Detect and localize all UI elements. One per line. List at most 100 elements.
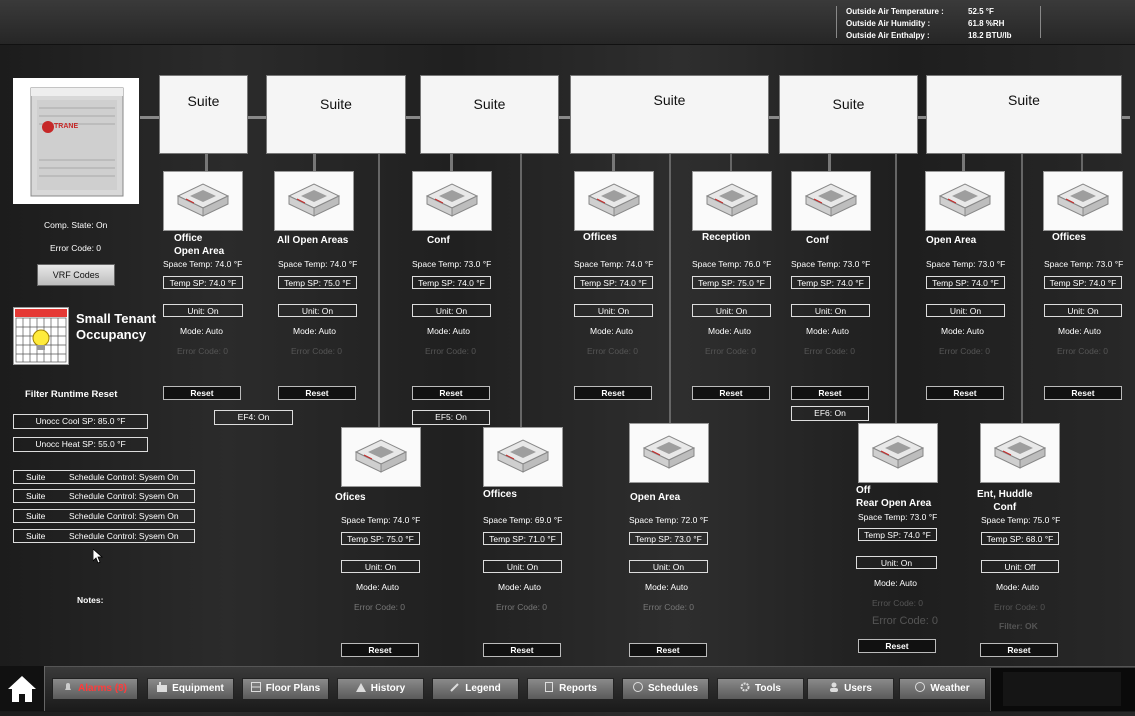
unit-name: Offices [583, 232, 617, 243]
suite-label: Suite [653, 92, 686, 108]
error-code: Error Code: 0 [804, 346, 856, 356]
cassette-unit-image[interactable] [980, 423, 1060, 483]
mode: Mode: Auto [874, 578, 918, 588]
vrf-codes-button[interactable]: VRF Codes [37, 264, 115, 286]
cassette-unit-image[interactable] [629, 423, 709, 483]
weather-button[interactable]: Weather [899, 678, 986, 700]
unit-name: Open Area [630, 492, 681, 503]
calendar-bulb-icon[interactable] [13, 307, 69, 365]
schedule-row[interactable]: Suite Schedule Control: Sysem On [13, 529, 195, 543]
suite-box[interactable]: Suite [266, 75, 406, 154]
reset-button[interactable]: Reset [278, 386, 356, 400]
legend-button[interactable]: Legend [432, 678, 519, 700]
unit-status[interactable]: Unit: On [341, 560, 420, 573]
reset-button[interactable]: Reset [980, 643, 1058, 657]
suite-box[interactable]: Suite [926, 75, 1122, 154]
schedules-button[interactable]: Schedules [622, 678, 709, 700]
cassette-unit-image[interactable] [574, 171, 654, 231]
temp-setpoint[interactable]: Temp SP: 75.0 °F [278, 276, 357, 289]
reset-button[interactable]: Reset [412, 386, 490, 400]
mode: Mode: Auto [293, 326, 337, 336]
gear-icon [740, 680, 750, 692]
unit-status[interactable]: Unit: On [629, 560, 708, 573]
cassette-unit-image[interactable] [163, 171, 243, 231]
temp-setpoint[interactable]: Temp SP: 68.0 °F [981, 532, 1059, 545]
temp-setpoint[interactable]: Temp SP: 74.0 °F [791, 276, 870, 289]
pipe [313, 153, 316, 173]
floor-plans-button[interactable]: Floor Plans [242, 678, 329, 700]
reset-button[interactable]: Reset [629, 643, 707, 657]
reset-button[interactable]: Reset [483, 643, 561, 657]
temp-setpoint[interactable]: Temp SP: 75.0 °F [692, 276, 771, 289]
cassette-unit-image[interactable] [692, 171, 772, 231]
unit-name: Reception [702, 232, 751, 243]
outside-air-humidity: Outside Air Humidity : 61.8 %RH [846, 19, 1046, 28]
cassette-unit-image[interactable] [925, 171, 1005, 231]
temp-setpoint[interactable]: Temp SP: 75.0 °F [341, 532, 420, 545]
unit-status[interactable]: Unit: On [791, 304, 870, 317]
temp-setpoint[interactable]: Temp SP: 74.0 °F [1044, 276, 1122, 289]
cassette-unit-image[interactable] [1043, 171, 1123, 231]
cassette-unit-image[interactable] [412, 171, 492, 231]
history-button[interactable]: History [337, 678, 424, 700]
temp-setpoint[interactable]: Temp SP: 74.0 °F [926, 276, 1005, 289]
suite-label: Suite [320, 96, 352, 112]
oat-value: 52.5 °F [968, 7, 994, 16]
schedule-row[interactable]: Suite Schedule Control: Sysem On [13, 470, 195, 484]
cassette-unit-image[interactable] [341, 427, 421, 487]
floor-plan-icon [250, 680, 261, 692]
reset-button[interactable]: Reset [574, 386, 652, 400]
unit-status[interactable]: Unit: On [1044, 304, 1122, 317]
reports-button[interactable]: Reports [527, 678, 614, 700]
reset-button[interactable]: Reset [858, 639, 936, 653]
home-button[interactable] [0, 666, 45, 711]
suite-box[interactable]: Suite [159, 75, 248, 154]
comp-state: Comp. State: On [44, 220, 108, 230]
mode: Mode: Auto [427, 326, 471, 336]
cassette-unit-image[interactable] [483, 427, 563, 487]
temp-setpoint[interactable]: Temp SP: 71.0 °F [483, 532, 562, 545]
cassette-unit-image[interactable] [858, 423, 938, 483]
unit-status[interactable]: Unit: On [163, 304, 243, 317]
reset-button[interactable]: Reset [163, 386, 241, 400]
unocc-heat-sp[interactable]: Unocc Heat SP: 55.0 °F [13, 437, 148, 452]
reset-button[interactable]: Reset [692, 386, 770, 400]
unit-status[interactable]: Unit: On [926, 304, 1005, 317]
unit-status[interactable]: Unit: On [856, 556, 937, 569]
unit-status[interactable]: Unit: Off [981, 560, 1059, 573]
ef6-status[interactable]: EF6: On [791, 406, 869, 421]
schedule-status: Schedule Control: Sysem On [69, 472, 179, 482]
unit-status[interactable]: Unit: On [483, 560, 562, 573]
alarms-label: Alarms (8) [78, 683, 127, 694]
temp-setpoint[interactable]: Temp SP: 74.0 °F [574, 276, 653, 289]
schedule-row[interactable]: Suite Schedule Control: Sysem On [13, 489, 195, 503]
reset-button[interactable]: Reset [926, 386, 1004, 400]
reset-button[interactable]: Reset [341, 643, 419, 657]
suite-box[interactable]: Suite [779, 75, 918, 154]
schedule-suite: Suite [26, 491, 46, 501]
cassette-unit-image[interactable] [791, 171, 871, 231]
reset-button[interactable]: Reset [1044, 386, 1122, 400]
unit-status[interactable]: Unit: On [412, 304, 491, 317]
ef5-status[interactable]: EF5: On [412, 410, 490, 425]
schedule-row[interactable]: Suite Schedule Control: Sysem On [13, 509, 195, 523]
reset-button[interactable]: Reset [791, 386, 869, 400]
suite-box[interactable]: Suite [420, 75, 559, 154]
unit-status[interactable]: Unit: On [692, 304, 771, 317]
vrf-outdoor-unit-image[interactable]: TRANE [13, 78, 139, 204]
unit-status[interactable]: Unit: On [278, 304, 357, 317]
suite-box[interactable]: Suite [570, 75, 769, 154]
cassette-unit-image[interactable] [274, 171, 354, 231]
unocc-cool-sp[interactable]: Unocc Cool SP: 85.0 °F [13, 414, 148, 429]
ef4-status[interactable]: EF4: On [214, 410, 293, 425]
users-button[interactable]: Users [807, 678, 894, 700]
equipment-button[interactable]: Equipment [147, 678, 234, 700]
tools-button[interactable]: Tools [717, 678, 804, 700]
temp-setpoint[interactable]: Temp SP: 74.0 °F [858, 528, 937, 541]
alarms-button[interactable]: Alarms (8) [52, 678, 138, 700]
unit-status[interactable]: Unit: On [574, 304, 653, 317]
temp-setpoint[interactable]: Temp SP: 73.0 °F [629, 532, 708, 545]
outside-air-temp: Outside Air Temperature : 52.5 °F [846, 7, 1046, 16]
temp-setpoint[interactable]: Temp SP: 74.0 °F [163, 276, 243, 289]
temp-setpoint[interactable]: Temp SP: 74.0 °F [412, 276, 491, 289]
